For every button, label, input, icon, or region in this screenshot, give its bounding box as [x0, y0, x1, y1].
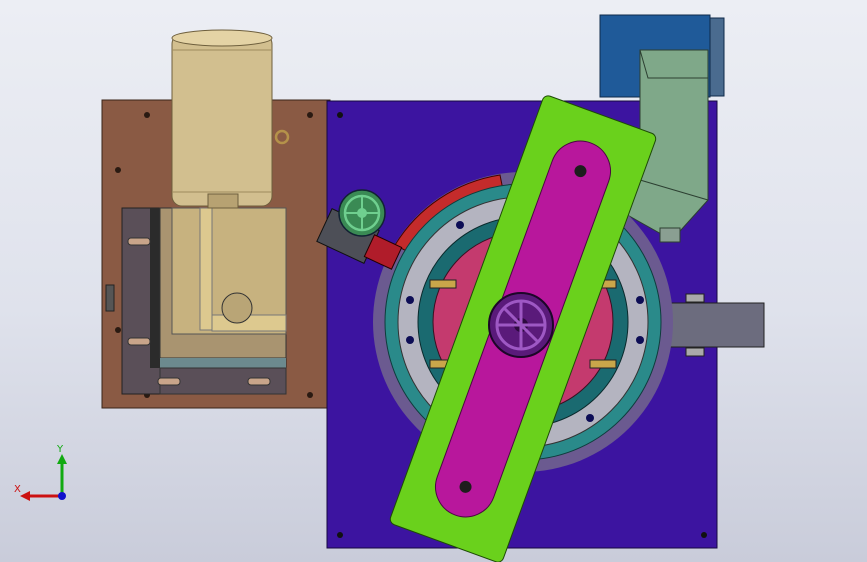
- x-axis-label: X: [14, 484, 21, 495]
- gearbox[interactable]: [121, 207, 287, 395]
- motor-cylinder[interactable]: [171, 29, 290, 209]
- y-axis-arrow: [57, 454, 67, 464]
- y-axis-label: Y: [56, 444, 64, 455]
- handwheel-center[interactable]: [488, 292, 554, 358]
- output-chute[interactable]: [659, 293, 765, 357]
- coordinate-triad: Y X: [14, 444, 67, 501]
- x-axis-arrow: [20, 491, 30, 501]
- cad-viewport[interactable]: [0, 0, 867, 562]
- z-axis-dot: [58, 492, 66, 500]
